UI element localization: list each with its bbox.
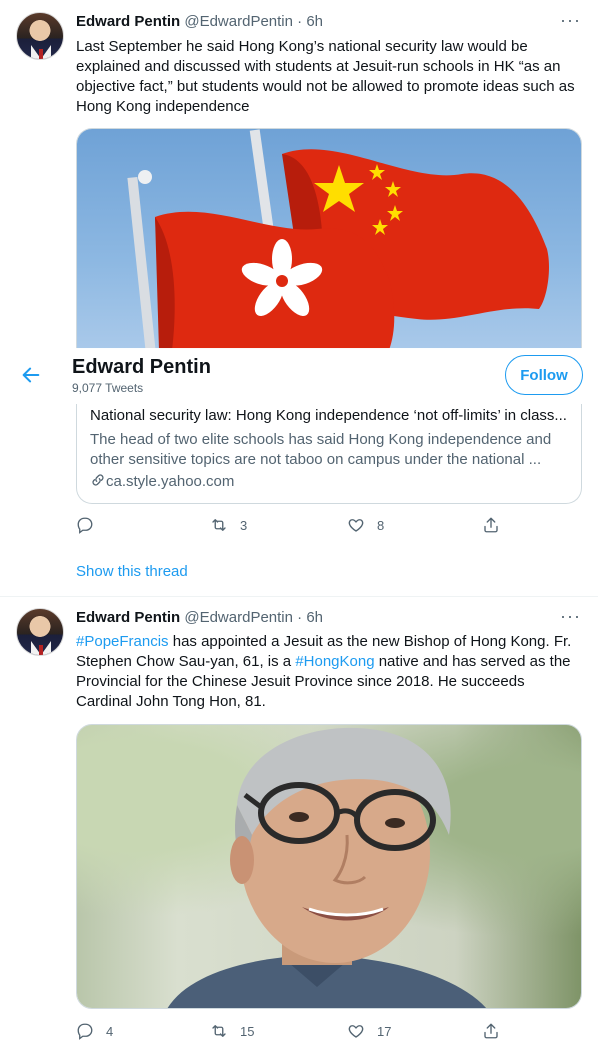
portrait-illustration	[167, 727, 487, 1008]
tweet[interactable]: Edward Pentin @EdwardPentin · 6h ··· #Po…	[0, 597, 598, 1051]
card-title: National security law: Hong Kong indepen…	[90, 407, 567, 424]
author-name[interactable]: Edward Pentin	[76, 609, 180, 626]
tweet-time[interactable]: · 6h	[297, 13, 323, 30]
retweet-count: 3	[240, 517, 248, 533]
like-icon	[348, 519, 364, 532]
like-button[interactable]: 8	[347, 516, 384, 534]
more-icon[interactable]: ···	[560, 607, 580, 630]
retweet-icon	[212, 519, 226, 531]
tweet-actions: 3 8	[76, 516, 506, 536]
avatar[interactable]	[16, 608, 64, 656]
tweet-header: Edward Pentin @EdwardPentin · 6h	[76, 608, 323, 628]
card-domain: ca.style.yahoo.com	[90, 472, 234, 492]
link-card[interactable]: National security law: Hong Kong indepen…	[76, 404, 582, 504]
tweet-header: Edward Pentin @EdwardPentin · 6h	[76, 12, 323, 32]
author-handle[interactable]: @EdwardPentin	[184, 609, 293, 626]
back-arrow-icon[interactable]	[20, 364, 42, 386]
tweet-text: Last September he said Hong Kong’s natio…	[76, 38, 575, 115]
reply-icon	[77, 1023, 93, 1040]
card-domain-text: ca.style.yahoo.com	[106, 473, 235, 490]
profile-name: Edward Pentin	[72, 356, 211, 378]
tweet-actions: 4 15 17	[76, 1022, 506, 1042]
reply-button[interactable]: 4	[76, 1022, 113, 1040]
reply-count: 4	[106, 1023, 114, 1039]
share-icon	[484, 1023, 498, 1039]
reply-icon	[77, 517, 93, 534]
like-icon	[348, 1025, 364, 1038]
card-description: The head of two elite schools has said H…	[90, 431, 552, 468]
show-thread-link[interactable]: Show this thread	[76, 563, 188, 580]
like-count: 8	[377, 517, 385, 533]
retweet-count: 15	[240, 1023, 255, 1039]
author-handle[interactable]: @EdwardPentin	[184, 13, 293, 30]
share-button[interactable]	[482, 1022, 500, 1040]
flags-photo	[77, 129, 581, 349]
retweet-button[interactable]: 3	[210, 516, 247, 534]
link-icon	[92, 474, 104, 486]
retweet-button[interactable]: 15	[210, 1022, 254, 1040]
more-icon[interactable]: ···	[560, 11, 580, 34]
tweet-text: #PopeFrancis has appointed a Jesuit as t…	[76, 632, 584, 712]
tweet[interactable]: Edward Pentin @EdwardPentin · 6h ··· Las…	[0, 0, 598, 596]
share-button[interactable]	[482, 516, 500, 534]
retweet-icon	[212, 1025, 226, 1037]
avatar[interactable]	[16, 12, 64, 60]
hashtag-link[interactable]: #PopeFrancis	[76, 633, 169, 650]
like-button[interactable]: 17	[347, 1022, 391, 1040]
portrait-photo	[77, 725, 581, 1008]
tweet-count: 9,077 Tweets	[72, 381, 144, 395]
link-card-image[interactable]	[76, 128, 582, 349]
share-icon	[484, 517, 498, 533]
tweet-time[interactable]: · 6h	[297, 609, 323, 626]
like-count: 17	[377, 1023, 392, 1039]
hashtag-link[interactable]: #HongKong	[295, 653, 374, 670]
flags-illustration	[127, 129, 550, 349]
reply-button[interactable]	[76, 516, 106, 534]
author-name[interactable]: Edward Pentin	[76, 13, 180, 30]
follow-button[interactable]: Follow	[505, 355, 583, 395]
profile-sticky-header: Edward Pentin 9,077 Tweets Follow	[0, 348, 598, 404]
tweet-photo[interactable]	[76, 724, 582, 1009]
